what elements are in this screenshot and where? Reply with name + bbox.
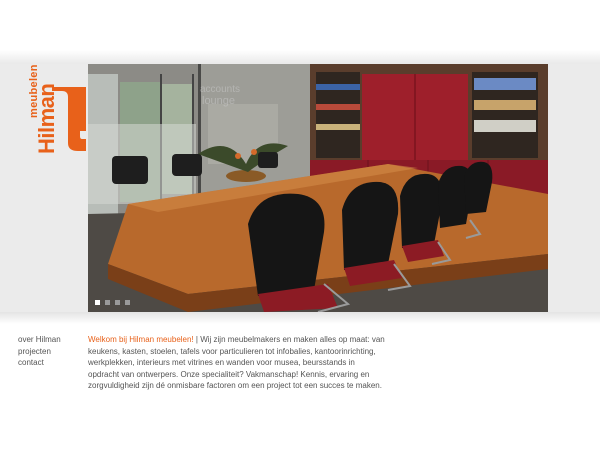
slide-dot-2[interactable] [105, 300, 110, 305]
main-navigation: over Hilman projecten contact [18, 334, 61, 369]
intro-welcome-highlight: Welkom bij Hilman meubelen! [88, 335, 194, 344]
logo-t-mark-icon [52, 87, 86, 151]
slide-dot-1[interactable] [95, 300, 100, 305]
wall-label-accounts: accounts [200, 84, 241, 95]
hero-photo: accounts lounge [88, 64, 548, 312]
nav-link-over-hilman[interactable]: over Hilman [18, 334, 61, 346]
nav-link-contact[interactable]: contact [18, 357, 61, 369]
wall-label-lounge: lounge [202, 95, 236, 107]
intro-paragraph: Welkom bij Hilman meubelen! | Wij zijn m… [88, 334, 388, 392]
nav-link-projecten[interactable]: projecten [18, 346, 61, 358]
header-shade [0, 50, 600, 64]
brand-logo[interactable]: meubelen Hilman [14, 64, 86, 162]
slide-dot-4[interactable] [125, 300, 130, 305]
conference-room-image [88, 64, 548, 312]
slide-dot-3[interactable] [115, 300, 120, 305]
band-shade [0, 312, 600, 324]
logo-wordmark: meubelen Hilman [14, 64, 59, 154]
